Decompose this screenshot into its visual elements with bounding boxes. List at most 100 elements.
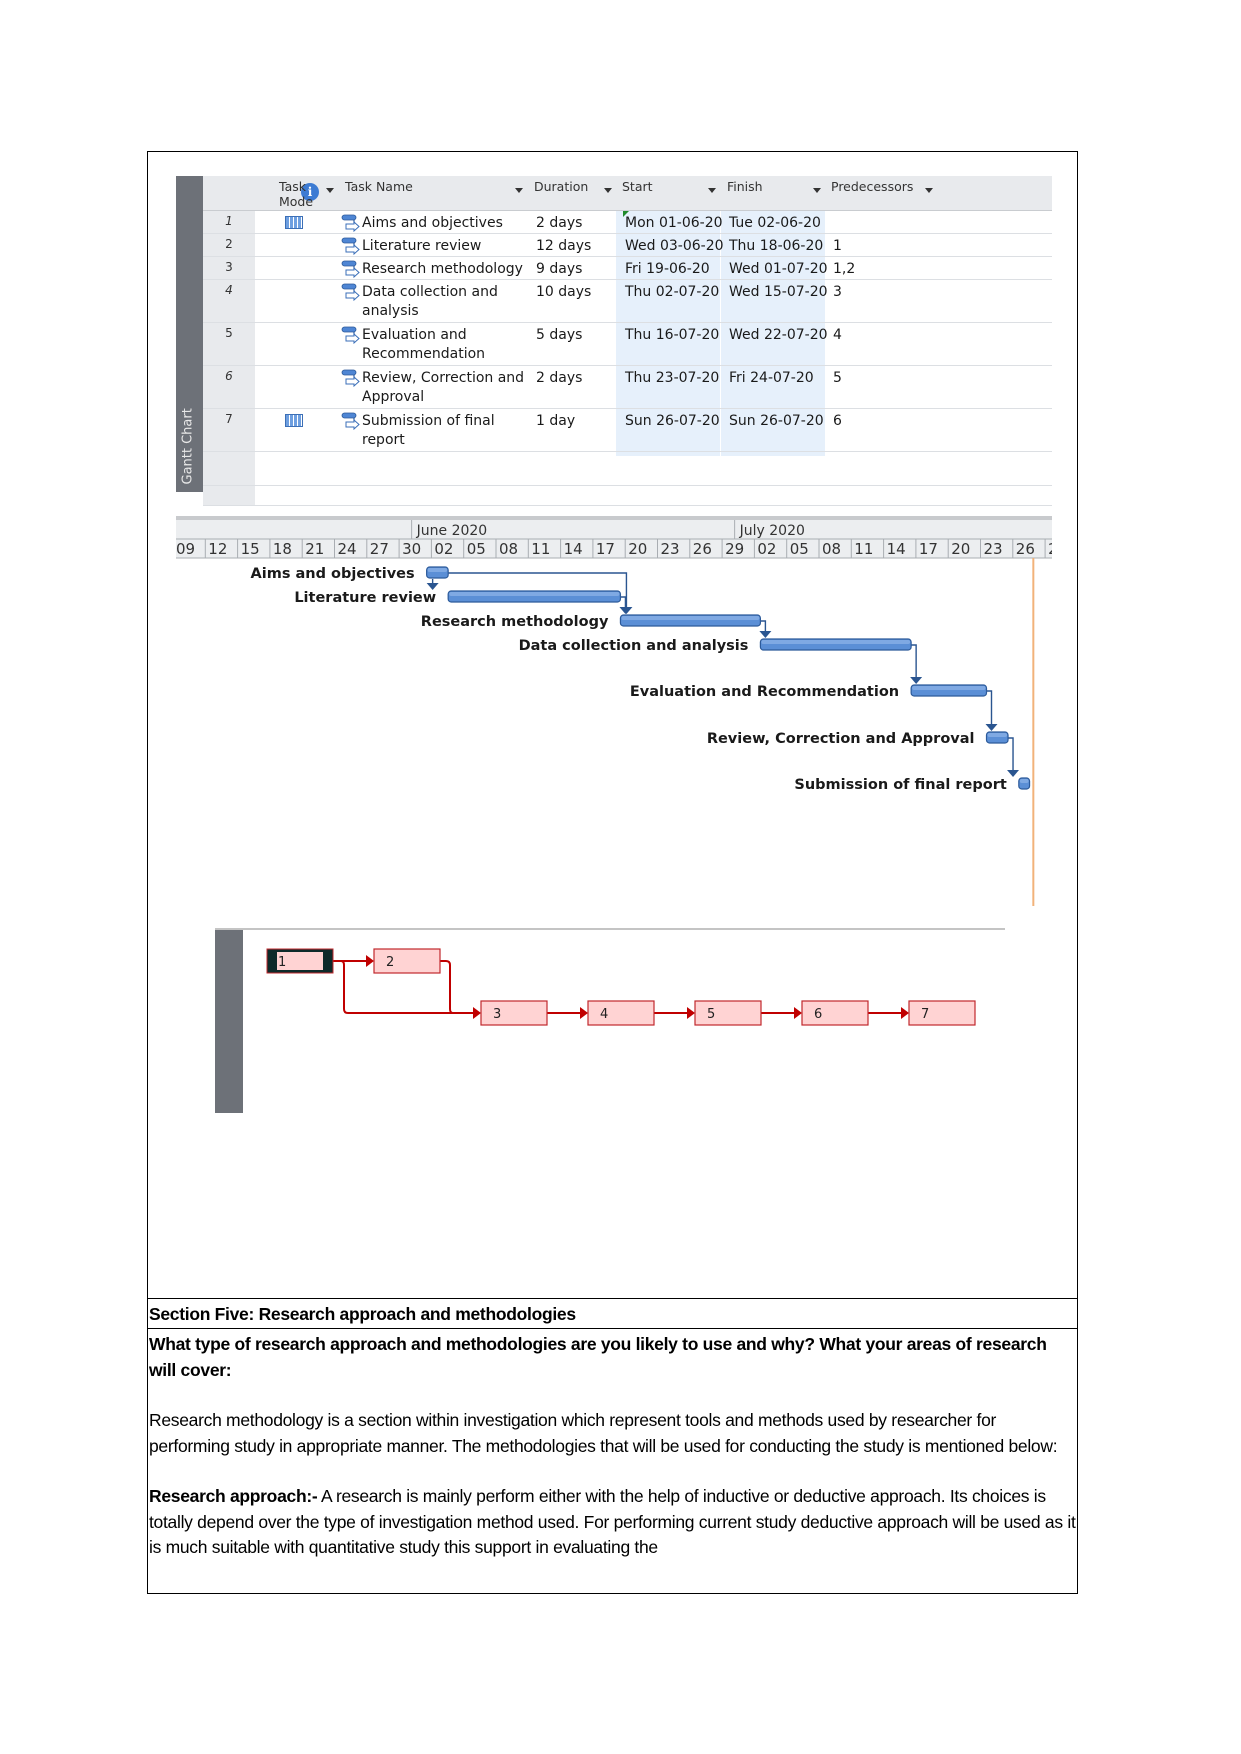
duration-dropdown-icon[interactable]	[604, 188, 612, 193]
network-node[interactable]	[908, 1000, 976, 1026]
table-row[interactable]: 3 Research methodology 9 days Fri 19-06-20…	[203, 257, 1052, 280]
task-name-cell[interactable]: Research methodology	[362, 260, 523, 279]
row-number[interactable]: 3	[203, 257, 255, 279]
network-node[interactable]	[480, 1000, 548, 1026]
empty-table-row[interactable]	[203, 452, 1052, 486]
day-tick-label: 21	[305, 540, 324, 558]
task-mode-dropdown-icon[interactable]	[326, 188, 334, 193]
duration-cell[interactable]: 2 days	[536, 369, 582, 388]
predecessors-cell[interactable]: 3	[833, 283, 842, 302]
table-row[interactable]: 5 Evaluation and Recommendation 5 days Thu …	[203, 323, 1052, 366]
network-node[interactable]	[587, 1000, 655, 1026]
view-side-strip: Gantt Chart	[176, 176, 203, 492]
predecessors-dropdown-icon[interactable]	[925, 188, 933, 193]
gantt-chart: June 2020 July 2020 09 12 15 18 21 24 27 30 02 05 08…	[176, 516, 1052, 906]
table-row[interactable]: 4 Data collection and analysis 10 days Thu …	[203, 280, 1052, 323]
auto-scheduled-mode-icon	[341, 412, 360, 430]
auto-scheduled-mode-icon	[341, 369, 360, 387]
predecessors-cell[interactable]: 5	[833, 369, 842, 388]
row-number[interactable]	[203, 486, 255, 505]
task-name-line: Submission of final	[362, 413, 495, 429]
start-cell[interactable]: Thu 16-07-20	[625, 326, 719, 345]
gantt-task-label: Submission of final report	[794, 777, 1006, 793]
task-name-cell[interactable]: Submission of final report	[362, 412, 495, 450]
finish-cell[interactable]: Wed 01-07-20	[729, 260, 828, 279]
task-name-cell[interactable]: Review, Correction and Approval	[362, 369, 524, 407]
day-tick-label: 15	[241, 540, 260, 558]
finish-dropdown-icon[interactable]	[813, 188, 821, 193]
duration-cell[interactable]: 1 day	[536, 412, 575, 431]
start-cell[interactable]: Thu 02-07-20	[625, 283, 719, 302]
day-tick-label: 02	[434, 540, 453, 558]
start-dropdown-icon[interactable]	[708, 188, 716, 193]
network-node[interactable]	[801, 1000, 869, 1026]
start-cell[interactable]: Sun 26-07-20	[625, 412, 720, 431]
row-number[interactable]	[203, 452, 255, 485]
network-node[interactable]	[373, 948, 441, 974]
day-tick-label: 26	[693, 540, 712, 558]
network-node[interactable]	[694, 1000, 762, 1026]
auto-scheduled-mode-icon	[341, 283, 360, 301]
task-name-line: Aims and objectives	[362, 215, 503, 231]
finish-cell[interactable]: Thu 18-06-20	[729, 237, 823, 256]
table-row[interactable]: 1 Aims and objectives 2 days Mon 01-06-20 T…	[203, 211, 1052, 234]
row-number[interactable]: 7	[203, 409, 255, 451]
row-number[interactable]: 5	[203, 323, 255, 365]
predecessors-cell[interactable]: 6	[833, 412, 842, 431]
gantt-bar-highlight	[621, 616, 760, 620]
finish-cell[interactable]: Wed 15-07-20	[729, 283, 828, 302]
day-tick-label: 18	[273, 540, 292, 558]
network-node-label: 3	[493, 1007, 501, 1022]
duration-cell[interactable]: 10 days	[536, 283, 591, 302]
table-row[interactable]: 2 Literature review 12 days Wed 03-06-20 Th…	[203, 234, 1052, 257]
month-label: June 2020	[416, 523, 488, 539]
dependency-arrow-icon	[910, 677, 923, 684]
table-header: i Task Mode Task Name Duration Start Fin…	[203, 176, 1052, 211]
predecessors-cell[interactable]: 4	[833, 326, 842, 345]
row-number[interactable]: 2	[203, 234, 255, 256]
finish-cell[interactable]: Wed 22-07-20	[729, 326, 828, 345]
gantt-bar-highlight	[912, 686, 986, 690]
finish-cell[interactable]: Fri 24-07-20	[729, 369, 814, 388]
start-cell[interactable]: Mon 01-06-20	[625, 214, 723, 233]
methodology-paragraph: Research methodology is a section within…	[149, 1410, 1058, 1456]
view-label: Gantt Chart	[180, 408, 196, 485]
table-row[interactable]: 7 Submission of final report 1 day Sun 26-0…	[203, 409, 1052, 452]
row-number[interactable]: 4	[203, 280, 255, 322]
task-name-cell[interactable]: Literature review	[362, 237, 481, 256]
start-cell[interactable]: Wed 03-06-20	[625, 237, 724, 256]
header-task-mode[interactable]: Task Mode	[279, 179, 319, 209]
task-name-line: Literature review	[362, 238, 482, 254]
research-approach-paragraph: Research approach:- A research is mainly…	[149, 1484, 1076, 1561]
header-predecessors[interactable]: Predecessors	[831, 179, 913, 194]
task-name-cell[interactable]: Data collection and analysis	[362, 283, 498, 321]
duration-cell[interactable]: 12 days	[536, 237, 591, 256]
day-tick-label: 08	[822, 540, 841, 558]
finish-cell[interactable]: Sun 26-07-20	[729, 412, 824, 431]
finish-cell[interactable]: Tue 02-06-20	[729, 214, 821, 233]
task-name-cell[interactable]: Evaluation and Recommendation	[362, 326, 485, 364]
header-finish[interactable]: Finish	[727, 179, 763, 194]
task-name-cell[interactable]: Aims and objectives	[362, 214, 503, 233]
predecessors-cell[interactable]: 1	[833, 237, 842, 256]
link-arrow-icon	[580, 1007, 588, 1019]
header-start[interactable]: Start	[622, 179, 653, 194]
predecessors-cell[interactable]: 1,2	[833, 260, 855, 279]
header-task-name[interactable]: Task Name	[345, 179, 413, 194]
calendar-constraint-icon	[285, 216, 303, 229]
dependency-arrow-icon	[426, 583, 439, 590]
start-cell[interactable]: Fri 19-06-20	[625, 260, 710, 279]
task-name-dropdown-icon[interactable]	[515, 188, 523, 193]
row-number[interactable]: 6	[203, 366, 255, 408]
row-number[interactable]: 1	[203, 211, 255, 233]
duration-cell[interactable]: 5 days	[536, 326, 582, 345]
table-row[interactable]: 6 Review, Correction and Approval 2 days Th…	[203, 366, 1052, 409]
gantt-bar-highlight	[1019, 779, 1029, 783]
start-cell[interactable]: Thu 23-07-20	[625, 369, 719, 388]
header-duration[interactable]: Duration	[534, 179, 588, 194]
empty-table-row[interactable]	[203, 486, 1052, 506]
gantt-task-label: Literature review	[294, 590, 436, 606]
duration-cell[interactable]: 2 days	[536, 214, 582, 233]
duration-cell[interactable]: 9 days	[536, 260, 582, 279]
network-diagram: 1 2 3 4 5 6 7	[215, 928, 1005, 1113]
